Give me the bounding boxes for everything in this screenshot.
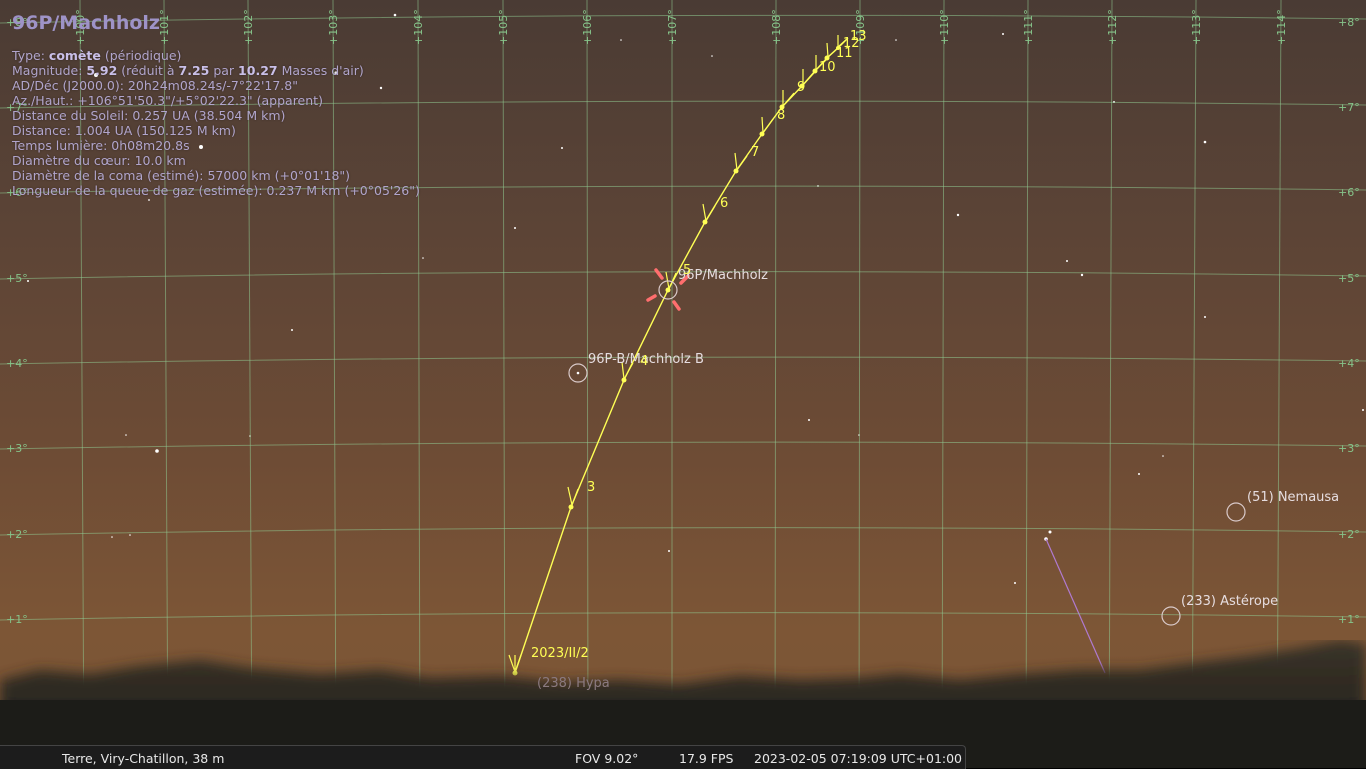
nemausa-marker[interactable]: [1226, 502, 1246, 522]
location-label[interactable]: Terre, Viry-Chatillon, 38 m: [62, 751, 224, 766]
info-nucleus: Diamètre du cœur: 10.0 km: [12, 153, 186, 168]
asterope-label: (233) Astérope: [1181, 594, 1279, 609]
hidden-asteroid-label: (238) Hypa: [537, 676, 610, 691]
info-light-time: Temps lumière: 0h08m20.8s: [12, 138, 190, 153]
trail-tick-label: 9: [797, 80, 806, 95]
info-magnitude: Magnitude: 5.92 (réduit à 7.25 par 10.27…: [12, 63, 364, 78]
comet-label: 96P/Machholz: [678, 268, 768, 283]
trail-tick-label: 6: [720, 196, 729, 211]
status-bar: Terre, Viry-Chatillon, 38 m FOV 9.02° 17…: [0, 745, 966, 769]
trail-tick-label: 13: [850, 29, 867, 44]
info-coma: Diamètre de la coma (estimé): 57000 km (…: [12, 168, 351, 183]
comet-marker[interactable]: [658, 280, 678, 300]
fps-label: 17.9 FPS: [679, 751, 734, 766]
fov-label: FOV 9.02°: [575, 751, 639, 766]
trail-tick-label: 10: [819, 60, 836, 75]
datetime-label[interactable]: 2023-02-05 07:19:09 UTC+01:00: [754, 751, 962, 766]
trail-tick-label: 5: [683, 263, 692, 278]
trail-start-label: 2023/II/2: [531, 646, 589, 661]
trail-tick-label: 3: [587, 480, 596, 495]
info-type: Type: comète (périodique): [12, 48, 182, 63]
object-title: 96P/Machholz: [12, 12, 160, 34]
asterope-marker[interactable]: [1161, 606, 1181, 626]
info-distance: Distance: 1.004 UA (150.125 M km): [12, 123, 236, 138]
trail-tick-label: 7: [751, 145, 760, 160]
object-info-panel: Type: comète (périodique) Magnitude: 5.9…: [12, 48, 420, 198]
info-azalt: Az./Haut.: +106°51'50.3"/+5°02'22.3" (ap…: [12, 93, 323, 108]
info-radec: AD/Déc (J2000.0): 20h24m08.24s/-7°22'17.…: [12, 78, 298, 93]
nemausa-label: (51) Nemausa: [1247, 490, 1340, 505]
info-dist-sun: Distance du Soleil: 0.257 UA (38.504 M k…: [12, 108, 286, 123]
info-tail: Longueur de la queue de gaz (estimée): 0…: [12, 183, 420, 198]
trail-tick-label: 4: [640, 354, 649, 369]
trail-tick-label: 8: [777, 108, 786, 123]
